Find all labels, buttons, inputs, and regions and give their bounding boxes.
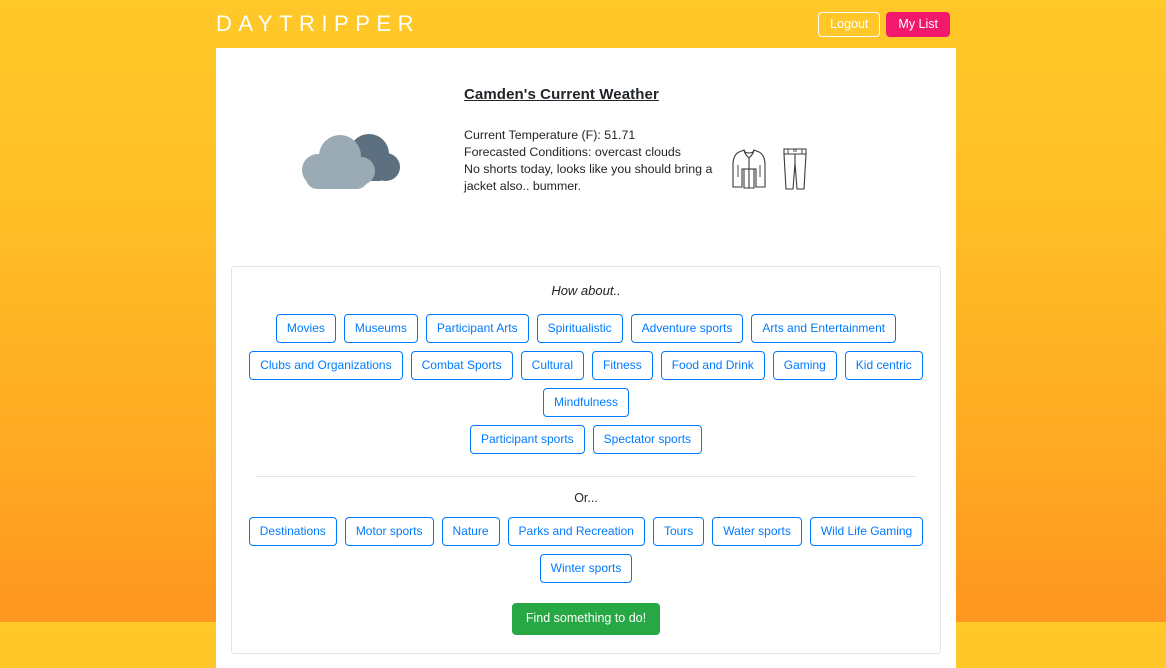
category-chip[interactable]: Winter sports — [539, 554, 633, 583]
weather-conditions: Forecasted Conditions: overcast clouds — [464, 145, 681, 160]
clothing-suggestions — [732, 127, 808, 196]
activity-picker-card: How about.. Movies Museums Participant A… — [231, 266, 941, 654]
category-chip[interactable]: Clubs and Organizations — [249, 351, 403, 380]
find-something-to-do-button[interactable]: Find something to do! — [511, 603, 661, 635]
category-chip[interactable]: Gaming — [772, 351, 837, 380]
category-chip[interactable]: Participant sports — [469, 425, 585, 454]
category-chip[interactable]: Tours — [652, 517, 705, 546]
cta-wrapper: Find something to do! — [248, 603, 924, 635]
category-chip[interactable]: Wild Life Gaming — [809, 517, 924, 546]
category-chip[interactable]: Combat Sports — [410, 351, 513, 380]
chip-row: Movies Museums Participant Arts Spiritua… — [248, 314, 924, 343]
top-navbar: DAYTRIPPER Logout My List — [0, 0, 1166, 48]
section-divider — [256, 476, 916, 477]
page-wrapper: Camden's Current Weather Current Tempera… — [0, 48, 1166, 668]
primary-category-rows: Movies Museums Participant Arts Spiritua… — [248, 314, 924, 454]
category-chip[interactable]: Fitness — [592, 351, 653, 380]
chip-row: Clubs and Organizations Combat Sports Cu… — [248, 351, 924, 417]
logout-button[interactable]: Logout — [818, 11, 881, 37]
category-chip[interactable]: Cultural — [520, 351, 585, 380]
weather-body: Camden's Current Weather Current Tempera… — [464, 78, 942, 196]
weather-icon-column — [234, 78, 464, 199]
nav-actions: Logout My List — [818, 11, 950, 37]
category-chip[interactable]: Adventure sports — [630, 314, 744, 343]
weather-title: Camden's Current Weather — [464, 86, 659, 103]
category-chip[interactable]: Arts and Entertainment — [751, 314, 897, 343]
category-chip[interactable]: Movies — [275, 314, 336, 343]
weather-section: Camden's Current Weather Current Tempera… — [230, 78, 942, 248]
overcast-clouds-icon — [298, 132, 400, 199]
category-chip[interactable]: Kid centric — [844, 351, 923, 380]
or-label: Or... — [574, 491, 598, 505]
category-chip[interactable]: Museums — [343, 314, 418, 343]
chip-row: Destinations Motor sports Nature Parks a… — [248, 517, 924, 583]
chip-row: Participant sports Spectator sports — [248, 425, 924, 454]
brand-logo[interactable]: DAYTRIPPER — [216, 13, 420, 35]
category-chip[interactable]: Motor sports — [344, 517, 434, 546]
category-chip[interactable]: Mindfulness — [542, 388, 630, 417]
pants-icon — [782, 147, 808, 196]
category-chip[interactable]: Participant Arts — [425, 314, 529, 343]
weather-details: Current Temperature (F): 51.71 Forecaste… — [464, 127, 714, 195]
my-list-button[interactable]: My List — [886, 11, 950, 37]
weather-temperature: Current Temperature (F): 51.71 — [464, 128, 636, 142]
weather-details-row: Current Temperature (F): 51.71 Forecaste… — [464, 127, 942, 196]
secondary-category-rows: Destinations Motor sports Nature Parks a… — [248, 517, 924, 583]
category-chip[interactable]: Destinations — [248, 517, 337, 546]
category-chip[interactable]: Nature — [441, 517, 500, 546]
how-about-label: How about.. — [551, 283, 621, 298]
category-chip[interactable]: Food and Drink — [660, 351, 765, 380]
category-chip[interactable]: Parks and Recreation — [507, 517, 645, 546]
jacket-icon — [732, 147, 766, 196]
main-container: Camden's Current Weather Current Tempera… — [216, 48, 956, 668]
category-chip[interactable]: Spectator sports — [592, 425, 703, 454]
category-chip[interactable]: Spiritualistic — [536, 314, 623, 343]
weather-advice: No shorts today, looks like you should b… — [464, 162, 713, 194]
category-chip[interactable]: Water sports — [712, 517, 802, 546]
